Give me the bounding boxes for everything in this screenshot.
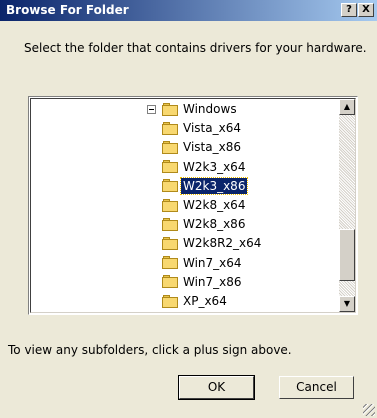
scroll-thumb[interactable] [339,229,355,281]
folder-icon [162,102,178,116]
folder-icon [162,236,178,250]
tree-item-label: Windows [183,102,237,116]
folder-icon [162,121,178,135]
cancel-button[interactable]: Cancel [279,376,354,399]
tree-item-label: W2k3_x64 [183,159,246,174]
instruction-text: Select the folder that contains drivers … [24,41,367,55]
tree-item[interactable]: W2k3_x86 [162,176,249,195]
folder-icon [162,140,178,154]
tree-item[interactable]: W2k8_x64 [162,196,247,214]
tree-item[interactable]: XP_x64 [162,292,229,310]
tree-item[interactable]: Vista_x64 [162,119,243,137]
folder-icon [162,256,178,270]
tree-item[interactable]: Win7_x86 [162,273,244,291]
tree-item-label: W2k8_x86 [183,217,246,232]
close-button[interactable]: X [358,3,374,17]
tree-item[interactable]: W2k3_x64 [162,158,247,176]
folder-tree[interactable]: Windows Vista_x64 Vista_x86 W2k3_x64 W2k3_x8… [28,96,358,315]
help-button[interactable]: ? [341,3,357,17]
scroll-down-button[interactable]: ▼ [339,296,355,312]
folder-icon [162,217,178,231]
tree-item-label: W2k3_x86 [179,176,249,195]
tree-item-label: Win7_x86 [183,274,242,289]
ok-button[interactable]: OK [178,375,255,400]
folder-icon [162,275,178,289]
tree-item-label: XP_x64 [183,294,227,308]
folder-icon [162,294,178,308]
tree-item-label: Vista_x86 [183,140,241,155]
window-title: Browse For Folder [6,3,129,17]
vertical-scrollbar[interactable]: ▲ ▼ [339,99,355,312]
tree-item[interactable]: W2k8_x86 [162,215,247,233]
title-bar: Browse For Folder ? X [0,0,377,21]
folder-icon [162,160,178,174]
tree-item-label: Vista_x64 [183,121,241,136]
resize-grip[interactable] [363,404,375,416]
tree-item[interactable]: Vista_x86 [162,138,243,156]
tree-item[interactable]: W2k8R2_x64 [162,234,263,252]
folder-icon [162,179,178,193]
folder-icon [162,198,178,212]
tree-item-label: Win7_x64 [183,255,242,270]
collapse-icon[interactable] [147,104,156,114]
tree-item-windows[interactable]: Windows [147,100,239,118]
hint-text: To view any subfolders, click a plus sig… [8,343,292,357]
tree-item-label: W2k8R2_x64 [183,236,262,251]
tree-item-label: W2k8_x64 [183,198,246,212]
scroll-up-button[interactable]: ▲ [339,99,355,115]
tree-item[interactable]: Win7_x64 [162,254,244,272]
